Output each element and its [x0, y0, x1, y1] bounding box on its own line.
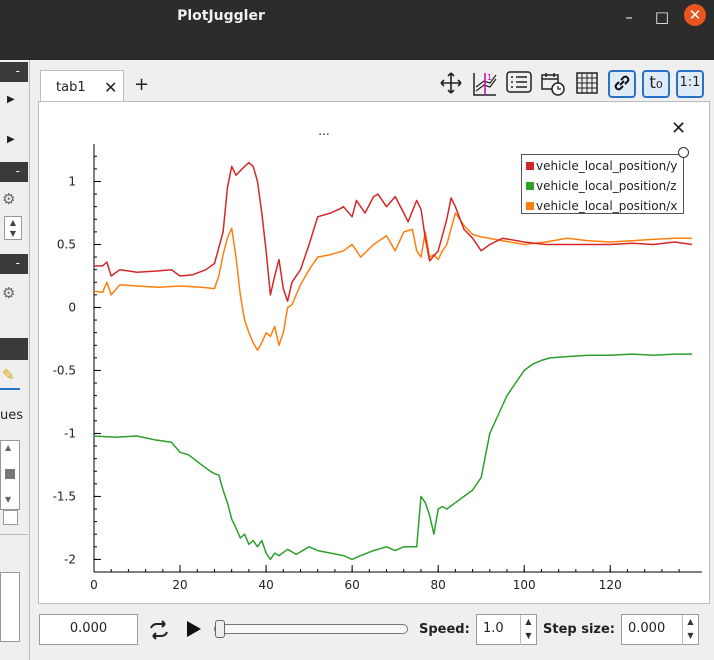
clear-brush-icon[interactable]: ✎: [2, 366, 15, 384]
panel-header-collapse[interactable]: -: [0, 162, 28, 182]
divider: [0, 534, 28, 535]
x-tick-label: 80: [431, 578, 446, 592]
link-icon[interactable]: [608, 70, 636, 98]
scroll-thumb[interactable]: [5, 469, 15, 479]
minimize-button[interactable]: –: [617, 5, 641, 29]
y-tick-label: -0.5: [53, 363, 76, 377]
speed-stepper[interactable]: ▲ ▼: [520, 615, 536, 645]
time-input[interactable]: 0.000: [39, 614, 138, 645]
expand-arrow-icon[interactable]: ▶: [7, 94, 15, 105]
maximize-button[interactable]: □: [650, 5, 674, 29]
checkbox[interactable]: [3, 510, 18, 525]
legend-item[interactable]: vehicle_local_position/y: [526, 159, 677, 175]
spinbox-stepper[interactable]: ▲ ▼: [4, 216, 22, 240]
svg-text:1: 1: [487, 73, 492, 82]
title-bar: PlotJuggler – □ ✕: [0, 0, 714, 34]
scroll-up-icon[interactable]: ▲: [5, 443, 11, 452]
x-tick-label: 20: [172, 578, 187, 592]
window-title: PlotJuggler: [177, 8, 265, 24]
legend-list-icon[interactable]: [506, 71, 532, 97]
expand-arrow-icon[interactable]: ▶: [7, 134, 15, 145]
legend-label: vehicle_local_position/z: [536, 179, 677, 193]
legend-swatch: [526, 202, 534, 210]
legend-drag-handle[interactable]: [678, 147, 689, 158]
tab-bar: tab1 ✕ + 1 t₀ 1:1: [38, 68, 714, 104]
scroll-down-icon[interactable]: ▼: [5, 495, 11, 504]
series-line-x: [93, 212, 692, 352]
gear-icon[interactable]: ⚙: [2, 190, 15, 208]
y-tick-label: -1.5: [53, 489, 76, 503]
datetime-icon[interactable]: [540, 71, 566, 97]
legend-item[interactable]: vehicle_local_position/z: [526, 179, 677, 195]
x-tick-label: 120: [599, 578, 622, 592]
y-tick-label: 1: [68, 174, 76, 188]
close-window-button[interactable]: ✕: [684, 4, 706, 26]
legend[interactable]: vehicle_local_position/y vehicle_local_po…: [521, 154, 684, 214]
x-tick-label: 60: [344, 578, 359, 592]
x-tick-label: 0: [90, 578, 98, 592]
y-tick-label: -1: [64, 426, 76, 440]
loop-icon[interactable]: [147, 618, 171, 642]
legend-swatch: [526, 182, 534, 190]
menu-strip: [0, 34, 714, 60]
selection-underline: [0, 388, 20, 390]
tab-tab1[interactable]: tab1 ✕: [40, 70, 124, 104]
step-size-value: 0.000: [628, 621, 666, 636]
speed-spinbox[interactable]: 1.0 ▲ ▼: [476, 614, 537, 645]
panel-header-collapse[interactable]: -: [0, 254, 28, 274]
speed-label: Speed:: [419, 622, 470, 637]
add-tab-button[interactable]: +: [134, 74, 149, 95]
play-icon[interactable]: [185, 619, 203, 643]
y-tick-label: 0.5: [57, 237, 76, 251]
left-panel: - ▶ ▶ - ⚙ ▲ ▼ - ⚙ ✎ ues ▲ ▼: [0, 60, 30, 660]
x-tick-label: 100: [513, 578, 536, 592]
values-label: ues: [0, 408, 24, 423]
gear-icon[interactable]: ⚙: [2, 284, 15, 302]
step-size-spinbox[interactable]: 0.000 ▲ ▼: [621, 614, 699, 645]
legend-label: vehicle_local_position/x: [536, 199, 678, 213]
grid-icon[interactable]: [574, 71, 600, 97]
step-size-stepper[interactable]: ▲ ▼: [682, 615, 698, 645]
panel-header: [0, 338, 28, 360]
step-size-label: Step size:: [543, 622, 616, 637]
speed-value: 1.0: [483, 621, 504, 636]
close-plot-button[interactable]: ✕: [671, 118, 686, 139]
plot-title: ...: [318, 124, 330, 138]
legend-item[interactable]: vehicle_local_position/x: [526, 199, 677, 215]
t0-icon[interactable]: t₀: [642, 70, 670, 98]
panel-header-collapse[interactable]: -: [0, 62, 28, 82]
y-tick-label: 0: [68, 300, 76, 314]
series-line-z: [93, 353, 692, 561]
timeline-slider[interactable]: [214, 620, 408, 638]
ratio-icon[interactable]: 1:1: [676, 70, 704, 98]
plot-widget[interactable]: 1 0.5 0 -0.5 -1 -1.5 -2 0 20 40 60 80 100 120 ... ✕ v…: [38, 101, 710, 604]
y-tick-label: -2: [64, 552, 76, 566]
slider-handle[interactable]: [215, 620, 225, 638]
legend-label: vehicle_local_position/y: [536, 159, 678, 173]
playback-bar: 0.000 Speed: 1.0 ▲ ▼ Step size: 0.000 ▲ ▼: [0, 604, 714, 660]
x-tick-label: 40: [258, 578, 273, 592]
list-scrollbar[interactable]: ▲ ▼: [0, 440, 20, 510]
grid-lines-icon[interactable]: 1: [472, 71, 498, 97]
series-lines: [93, 161, 693, 561]
move-icon[interactable]: [438, 71, 464, 97]
tab-label: tab1: [56, 80, 86, 95]
legend-swatch: [526, 162, 534, 170]
close-tab-icon[interactable]: ✕: [104, 78, 117, 97]
